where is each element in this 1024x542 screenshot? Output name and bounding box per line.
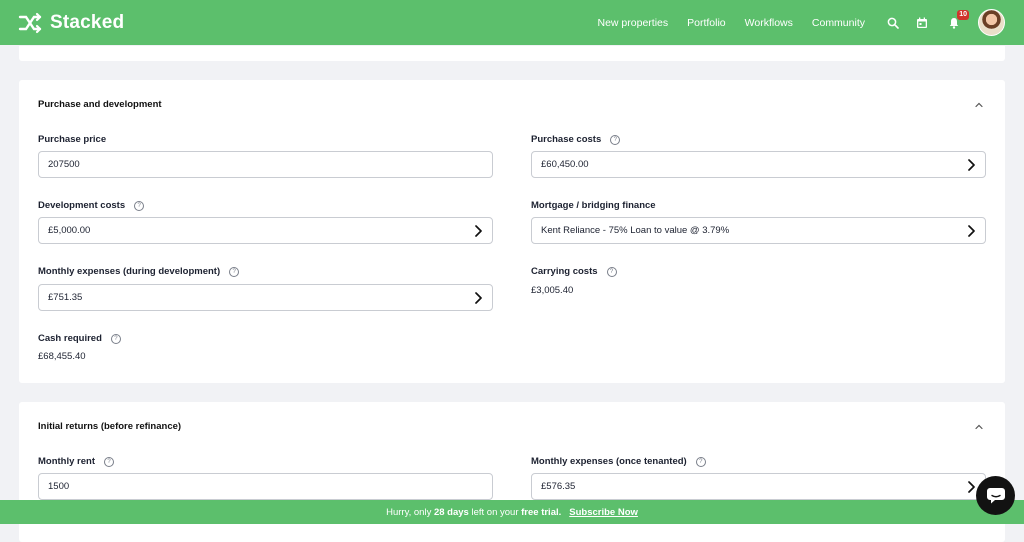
search-icon[interactable] bbox=[885, 15, 901, 31]
chevron-right-icon bbox=[967, 225, 976, 237]
subscribe-now-link[interactable]: Subscribe Now bbox=[569, 507, 638, 518]
monthly-expenses-dev-field[interactable]: £751.35 bbox=[38, 284, 493, 311]
stacked-logo-icon bbox=[18, 11, 42, 35]
trial-text-before: Hurry, only bbox=[386, 507, 434, 518]
nav-portfolio[interactable]: Portfolio bbox=[687, 17, 726, 29]
development-costs-field[interactable]: £5,000.00 bbox=[38, 217, 493, 244]
chevron-up-icon[interactable] bbox=[974, 422, 984, 432]
chat-bubble-icon bbox=[986, 487, 1006, 505]
trial-days: 28 days bbox=[434, 507, 469, 518]
trial-banner: Hurry, only 28 days left on your free tr… bbox=[0, 500, 1024, 524]
monthly-rent-label: Monthly rent? bbox=[38, 456, 114, 467]
mortgage-field[interactable]: Kent Reliance - 75% Loan to value @ 3.79… bbox=[531, 217, 986, 244]
monthly-expenses-tenanted-field[interactable]: £576.35 bbox=[531, 473, 986, 500]
monthly-expenses-tenanted-value: £576.35 bbox=[541, 481, 575, 492]
chevron-up-icon[interactable] bbox=[974, 100, 984, 110]
purchase-costs-field[interactable]: £60,450.00 bbox=[531, 151, 986, 178]
purchase-price-field[interactable] bbox=[48, 159, 492, 170]
monthly-expenses-tenanted-label: Monthly expenses (once tenanted)? bbox=[531, 456, 706, 467]
monthly-expenses-dev-label: Monthly expenses (during development)? bbox=[38, 266, 239, 277]
carrying-costs-label: Carrying costs? bbox=[531, 266, 617, 277]
nav-new-properties[interactable]: New properties bbox=[598, 17, 669, 29]
monthly-rent-field[interactable] bbox=[48, 481, 492, 492]
purchase-development-section: Purchase and development Purchase price … bbox=[19, 80, 1005, 383]
monthly-expenses-dev-value: £751.35 bbox=[48, 292, 82, 303]
bell-icon[interactable]: 10 bbox=[946, 15, 962, 31]
chevron-right-icon bbox=[967, 481, 976, 493]
previous-section-card bbox=[19, 46, 1005, 61]
help-icon[interactable]: ? bbox=[610, 135, 620, 145]
logo[interactable]: Stacked bbox=[18, 11, 124, 35]
monthly-rent-input[interactable] bbox=[38, 473, 493, 500]
carrying-costs-value: £3,005.40 bbox=[531, 285, 573, 296]
cash-required-value: £68,455.40 bbox=[38, 351, 86, 362]
development-costs-label: Development costs? bbox=[38, 200, 144, 211]
help-icon[interactable]: ? bbox=[134, 201, 144, 211]
trial-text-after: left on your bbox=[469, 507, 521, 518]
purchase-price-input[interactable] bbox=[38, 151, 493, 178]
section-title: Initial returns (before refinance) bbox=[38, 421, 181, 432]
calendar-icon[interactable] bbox=[914, 15, 930, 31]
chevron-right-icon bbox=[474, 225, 483, 237]
purchase-price-label: Purchase price bbox=[38, 134, 106, 145]
help-icon[interactable]: ? bbox=[696, 457, 706, 467]
purchase-costs-label: Purchase costs? bbox=[531, 134, 620, 145]
chevron-right-icon bbox=[967, 159, 976, 171]
nav-community[interactable]: Community bbox=[812, 17, 865, 29]
help-icon[interactable]: ? bbox=[111, 334, 121, 344]
cash-required-label: Cash required? bbox=[38, 333, 121, 344]
brand-name: Stacked bbox=[50, 12, 124, 34]
user-avatar[interactable] bbox=[978, 9, 1005, 36]
purchase-costs-value: £60,450.00 bbox=[541, 159, 589, 170]
section-title: Purchase and development bbox=[38, 99, 162, 110]
notification-badge: 10 bbox=[957, 10, 969, 20]
chat-button[interactable] bbox=[976, 476, 1015, 515]
help-icon[interactable]: ? bbox=[104, 457, 114, 467]
nav-workflows[interactable]: Workflows bbox=[745, 17, 793, 29]
mortgage-value: Kent Reliance - 75% Loan to value @ 3.79… bbox=[541, 225, 729, 236]
trial-emphasis: free trial. bbox=[521, 507, 561, 518]
main-nav: New properties Portfolio Workflows Commu… bbox=[598, 0, 1024, 45]
top-navigation-bar: Stacked New properties Portfolio Workflo… bbox=[0, 0, 1024, 45]
chevron-right-icon bbox=[474, 292, 483, 304]
development-costs-value: £5,000.00 bbox=[48, 225, 90, 236]
help-icon[interactable]: ? bbox=[229, 267, 239, 277]
help-icon[interactable]: ? bbox=[607, 267, 617, 277]
mortgage-label: Mortgage / bridging finance bbox=[531, 200, 656, 211]
